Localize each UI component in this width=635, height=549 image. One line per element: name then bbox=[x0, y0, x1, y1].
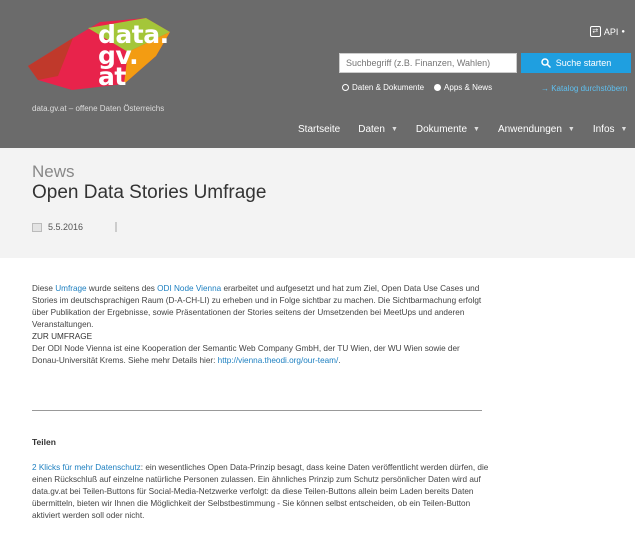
share-description: 2 Klicks für mehr Datenschutz: ein wesen… bbox=[32, 463, 489, 520]
search-button[interactable]: Suche starten bbox=[521, 53, 631, 73]
nav-item-anwendungen[interactable]: Anwendungen ▼ bbox=[498, 124, 575, 135]
site-header: data. gv. at data.gv.at – offene Daten Ö… bbox=[0, 0, 635, 148]
paragraph-intro: Diese Umfrage wurde seitens des ODI Node… bbox=[32, 284, 482, 329]
odi-node-link[interactable]: ODI Node Vienna bbox=[157, 284, 221, 293]
api-link[interactable]: ⇄ API ● bbox=[589, 26, 625, 37]
chevron-down-icon: ▼ bbox=[473, 126, 480, 133]
section-label: News bbox=[32, 162, 75, 181]
article-header: News Open Data Stories Umfrage 5.5.2016 bbox=[0, 148, 635, 258]
main-nav: Startseite Daten ▼ Dokumente ▼ Anwendungen… bbox=[298, 124, 627, 135]
site-tagline: data.gv.at – offene Daten Österreichs bbox=[32, 104, 165, 113]
catalog-link[interactable]: → Katalog durchstöbern bbox=[541, 84, 627, 93]
chevron-down-icon: ▼ bbox=[390, 126, 398, 133]
search-icon bbox=[540, 58, 551, 68]
publish-date: 5.5.2016 bbox=[48, 222, 84, 232]
nav-item-infos[interactable]: Infos ▼ bbox=[593, 124, 628, 135]
nav-item-dokumente[interactable]: Dokumente ▼ bbox=[416, 124, 480, 135]
chevron-down-icon: ▼ bbox=[620, 126, 628, 133]
calendar-icon bbox=[32, 222, 42, 232]
survey-link[interactable]: Umfrage bbox=[55, 284, 86, 293]
odi-team-link[interactable]: http://vienna.theodi.org/our-team/ bbox=[218, 356, 339, 365]
nav-item-startseite[interactable]: Startseite bbox=[298, 124, 340, 135]
search-input[interactable] bbox=[339, 53, 517, 73]
survey-heading-link[interactable]: ZUR UMFRAGE bbox=[32, 332, 92, 341]
chevron-down-icon: ▼ bbox=[567, 126, 575, 133]
article-body: Diese Umfrage wurde seitens des ODI Node… bbox=[32, 283, 482, 367]
nav-item-daten[interactable]: Daten ▼ bbox=[358, 124, 398, 135]
scope-radio-apps-news[interactable]: Apps & News bbox=[434, 83, 492, 92]
divider bbox=[115, 222, 118, 232]
api-icon: ⇄ bbox=[589, 26, 601, 37]
info-icon: ● bbox=[621, 28, 625, 35]
divider bbox=[32, 410, 482, 411]
page-title: Open Data Stories Umfrage bbox=[32, 182, 267, 203]
logo-text: data. gv. at bbox=[98, 20, 169, 91]
paragraph-cooperation: Der ODI Node Vienna ist eine Kooperation… bbox=[32, 344, 460, 365]
share-heading: Teilen bbox=[32, 437, 56, 447]
article-meta: 5.5.2016 bbox=[32, 222, 118, 232]
scope-radio-data-docs[interactable]: Daten & Dokumente bbox=[342, 83, 424, 92]
search-scope: Daten & Dokumente Apps & News bbox=[342, 83, 492, 92]
site-logo[interactable]: data. gv. at bbox=[28, 18, 188, 98]
privacy-link[interactable]: 2 Klicks für mehr Datenschutz bbox=[32, 463, 141, 472]
